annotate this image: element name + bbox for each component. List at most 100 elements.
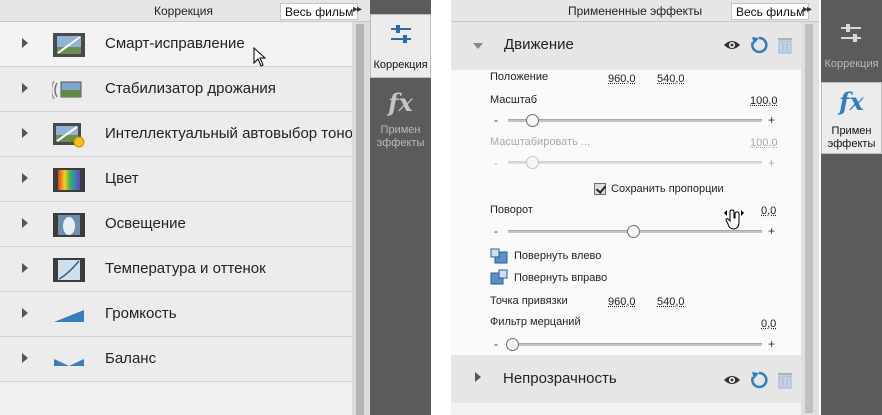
whole-film-button[interactable]: Весь фильм [731,3,810,20]
tab-applied-effects[interactable]: fx Примен эффекты [821,82,882,154]
panel-title: Коррекция [154,4,214,18]
flicker-minus[interactable]: - [494,337,498,351]
adjustment-label: Смарт-исправление [105,35,245,52]
anchor-x-value[interactable]: 960,0 [608,296,636,308]
scale-slider-knob[interactable] [526,114,539,127]
effects-list: Движение Положение 960,0 540,0 Масштаб 1… [451,22,801,415]
expand-triangle-icon[interactable] [22,128,28,138]
rotate-right-icon[interactable] [490,269,508,285]
adjustment-smart-fix[interactable]: Смарт-исправление [0,22,352,67]
keep-proportions-label: Сохранить пропорции [611,183,724,195]
expand-triangle-icon[interactable] [22,218,28,228]
motion-properties: Положение 960,0 540,0 Масштаб 100,0 - + … [451,70,801,355]
adjustment-temperature-tint[interactable]: Температура и оттенок [0,247,352,292]
panel-title: Примененные эффекты [568,4,703,18]
rotation-label: Поворот [490,204,533,216]
tab-adjustments[interactable]: Коррекция [370,14,431,78]
scrollbar-thumb[interactable] [356,24,364,415]
opacity-section-header[interactable]: Непрозрачность [451,355,801,403]
adjustments-list: Смарт-исправление Стабилизатор дрожания [0,22,361,415]
trash-icon[interactable] [776,371,794,389]
scale-slider-track[interactable] [508,119,762,122]
expand-triangle-icon[interactable] [22,173,28,183]
adjustment-color[interactable]: Цвет [0,157,352,202]
tab-label: Примен эффекты [376,124,425,149]
rotation-slider-knob[interactable] [627,225,640,238]
whole-film-button[interactable]: Весь фильм [280,3,359,20]
adjustment-smart-tone[interactable]: Интеллектуальный автовыбор тонов [0,112,361,157]
adjustment-label: Громкость [105,305,177,322]
scale-width-minus: - [494,156,498,170]
tab-label: Коррекция [373,59,428,71]
flicker-slider-knob[interactable] [506,338,519,351]
adjustment-balance[interactable]: Баланс [0,337,352,382]
expand-triangle-icon[interactable] [22,83,28,93]
scrollbar-thumb[interactable] [805,24,813,413]
adjustment-shake-stabilizer[interactable]: Стабилизатор дрожания [0,67,352,112]
adjustment-label: Интеллектуальный автовыбор тонов [105,125,361,142]
position-x-value[interactable]: 960,0 [608,73,636,85]
smart-tone-icon [53,123,85,148]
scale-width-value: 100,0 [750,137,778,149]
expand-triangle-icon[interactable] [22,38,28,48]
adjustment-label: Цвет [105,170,139,187]
adjustments-sliders-icon [841,24,861,42]
flicker-plus[interactable]: + [768,337,775,351]
flicker-slider-track[interactable] [508,343,762,346]
shake-stabilizer-icon [52,80,82,100]
mouse-cursor-icon [253,47,267,67]
reset-icon[interactable] [750,371,768,389]
scale-minus[interactable]: - [494,113,498,127]
expand-triangle-icon[interactable] [22,263,28,273]
applied-effects-panel: Примененные эффекты Весь фильм ▸▸ Движен… [451,0,882,415]
adjustments-panel: Коррекция Весь фильм ▸▸ Смарт-исправлени… [0,0,431,415]
rotation-value[interactable]: 0,0 [761,205,776,217]
eye-icon[interactable] [723,36,741,54]
panel-header: Коррекция Весь фильм ▸▸ [0,0,370,22]
motion-section-header[interactable]: Движение [451,22,801,70]
expand-panel-arrows[interactable]: ▸▸ [353,4,362,15]
anchor-y-value[interactable]: 540,0 [657,296,685,308]
eye-icon[interactable] [723,371,741,389]
rotation-plus[interactable]: + [768,224,775,238]
scale-plus[interactable]: + [768,113,775,127]
rotate-left-icon[interactable] [490,248,508,264]
fx-icon: fx [388,88,413,117]
balance-icon [54,359,84,366]
trash-icon[interactable] [776,36,794,54]
flicker-filter-value[interactable]: 0,0 [761,318,776,330]
position-label: Положение [490,71,549,83]
position-y-value[interactable]: 540,0 [657,73,685,85]
adjustment-label: Температура и оттенок [105,260,266,277]
adjustments-scrollbar[interactable] [352,22,370,415]
temperature-tint-icon [53,258,85,282]
panel-header: Примененные эффекты Весь фильм ▸▸ [451,0,819,22]
expand-triangle-icon[interactable] [22,308,28,318]
effects-scrollbar[interactable] [801,22,819,415]
rotation-minus[interactable]: - [494,224,498,238]
rotate-left-button[interactable]: Повернуть влево [514,250,601,262]
expand-panel-arrows[interactable]: ▸▸ [803,4,812,15]
section-title: Движение [504,36,574,53]
expand-triangle-icon[interactable] [22,353,28,363]
scale-width-slider-track [508,161,762,164]
rotate-right-button[interactable]: Повернуть вправо [514,272,607,284]
tab-label: Примен эффекты [827,125,876,150]
adjustment-label: Стабилизатор дрожания [105,80,276,97]
collapse-triangle-icon[interactable] [473,43,483,49]
reset-icon[interactable] [750,36,768,54]
adjustment-volume[interactable]: Громкость [0,292,352,337]
scale-width-plus: + [768,156,776,170]
expand-triangle-icon[interactable] [475,372,481,382]
section-title: Непрозрачность [503,370,617,387]
lighting-icon [53,213,85,237]
scale-value[interactable]: 100,0 [750,95,778,107]
adjustment-label: Баланс [105,350,157,367]
adjustments-sliders-icon [391,25,411,43]
keep-proportions-checkbox[interactable] [594,183,606,195]
adjustment-lighting[interactable]: Освещение [0,202,352,247]
tab-applied-effects[interactable]: fx Примен эффекты [370,84,431,149]
fx-icon: fx [839,87,864,116]
tab-adjustments[interactable]: Коррекция [821,14,882,78]
scale-label: Масштаб [490,94,538,106]
